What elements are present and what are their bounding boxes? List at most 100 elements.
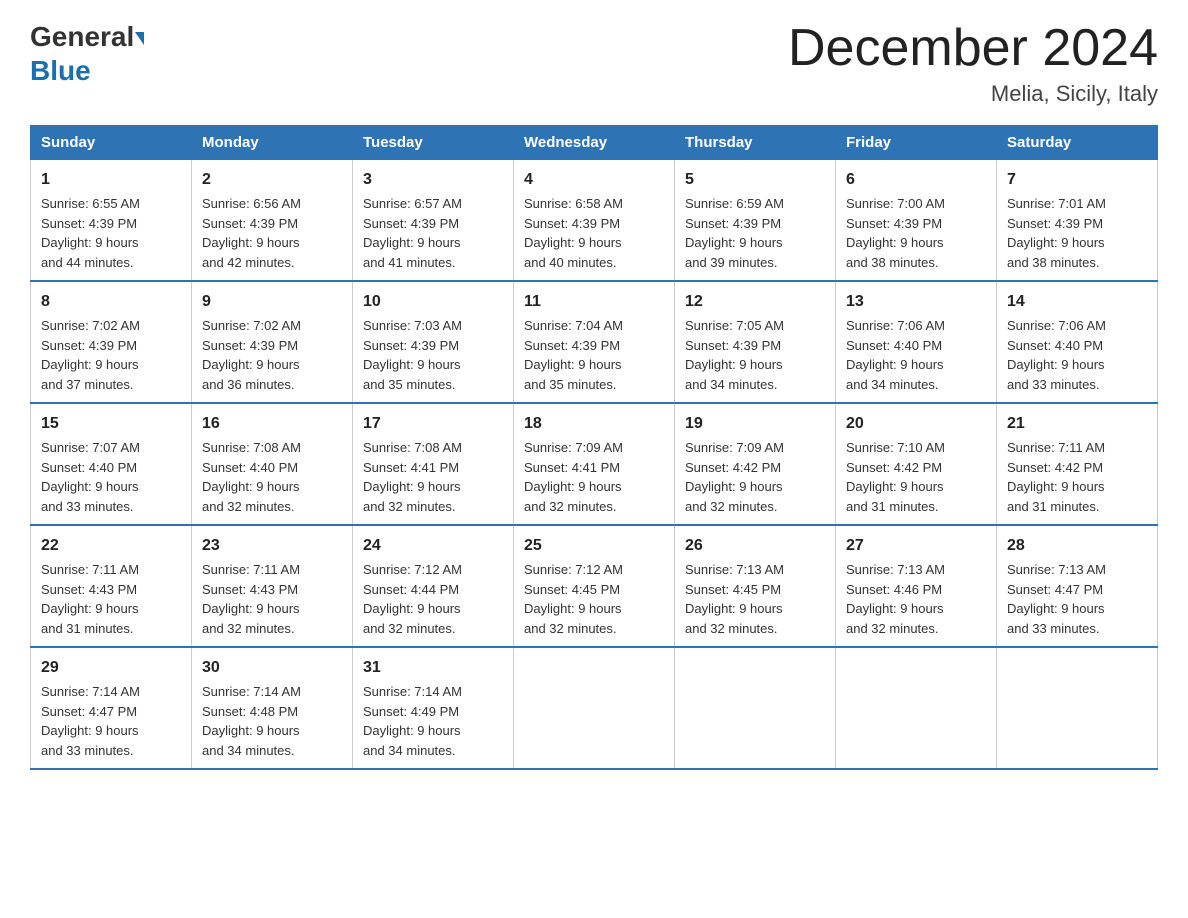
day-number: 21	[1007, 412, 1147, 436]
day-info: Sunrise: 7:11 AMSunset: 4:42 PMDaylight:…	[1007, 440, 1105, 514]
col-monday: Monday	[192, 126, 353, 160]
calendar-cell-w5-d6	[836, 647, 997, 769]
calendar-week-3: 15 Sunrise: 7:07 AMSunset: 4:40 PMDaylig…	[31, 403, 1158, 525]
day-number: 8	[41, 290, 181, 314]
day-info: Sunrise: 7:04 AMSunset: 4:39 PMDaylight:…	[524, 318, 623, 392]
day-number: 20	[846, 412, 986, 436]
day-info: Sunrise: 6:57 AMSunset: 4:39 PMDaylight:…	[363, 196, 462, 270]
day-number: 1	[41, 168, 181, 192]
day-number: 16	[202, 412, 342, 436]
day-number: 4	[524, 168, 664, 192]
calendar-body: 1 Sunrise: 6:55 AMSunset: 4:39 PMDayligh…	[31, 160, 1158, 770]
logo-line2: Blue	[30, 54, 144, 88]
col-sunday: Sunday	[31, 126, 192, 160]
day-info: Sunrise: 7:11 AMSunset: 4:43 PMDaylight:…	[41, 562, 139, 636]
calendar-cell-w3-d6: 20 Sunrise: 7:10 AMSunset: 4:42 PMDaylig…	[836, 403, 997, 525]
day-info: Sunrise: 7:11 AMSunset: 4:43 PMDaylight:…	[202, 562, 300, 636]
day-info: Sunrise: 6:59 AMSunset: 4:39 PMDaylight:…	[685, 196, 784, 270]
day-number: 19	[685, 412, 825, 436]
calendar-cell-w3-d4: 18 Sunrise: 7:09 AMSunset: 4:41 PMDaylig…	[514, 403, 675, 525]
day-info: Sunrise: 7:03 AMSunset: 4:39 PMDaylight:…	[363, 318, 462, 392]
calendar-cell-w2-d2: 9 Sunrise: 7:02 AMSunset: 4:39 PMDayligh…	[192, 281, 353, 403]
calendar-cell-w2-d6: 13 Sunrise: 7:06 AMSunset: 4:40 PMDaylig…	[836, 281, 997, 403]
day-number: 7	[1007, 168, 1147, 192]
calendar-cell-w1-d5: 5 Sunrise: 6:59 AMSunset: 4:39 PMDayligh…	[675, 160, 836, 282]
day-info: Sunrise: 7:14 AMSunset: 4:48 PMDaylight:…	[202, 684, 301, 758]
day-info: Sunrise: 7:06 AMSunset: 4:40 PMDaylight:…	[846, 318, 945, 392]
calendar-cell-w3-d5: 19 Sunrise: 7:09 AMSunset: 4:42 PMDaylig…	[675, 403, 836, 525]
calendar-cell-w2-d5: 12 Sunrise: 7:05 AMSunset: 4:39 PMDaylig…	[675, 281, 836, 403]
day-number: 13	[846, 290, 986, 314]
day-info: Sunrise: 7:01 AMSunset: 4:39 PMDaylight:…	[1007, 196, 1106, 270]
calendar-week-2: 8 Sunrise: 7:02 AMSunset: 4:39 PMDayligh…	[31, 281, 1158, 403]
day-info: Sunrise: 7:09 AMSunset: 4:42 PMDaylight:…	[685, 440, 784, 514]
col-wednesday: Wednesday	[514, 126, 675, 160]
day-info: Sunrise: 7:00 AMSunset: 4:39 PMDaylight:…	[846, 196, 945, 270]
calendar-cell-w2-d3: 10 Sunrise: 7:03 AMSunset: 4:39 PMDaylig…	[353, 281, 514, 403]
calendar-cell-w2-d4: 11 Sunrise: 7:04 AMSunset: 4:39 PMDaylig…	[514, 281, 675, 403]
calendar-cell-w4-d7: 28 Sunrise: 7:13 AMSunset: 4:47 PMDaylig…	[997, 525, 1158, 647]
calendar-cell-w1-d4: 4 Sunrise: 6:58 AMSunset: 4:39 PMDayligh…	[514, 160, 675, 282]
calendar-cell-w1-d7: 7 Sunrise: 7:01 AMSunset: 4:39 PMDayligh…	[997, 160, 1158, 282]
day-number: 17	[363, 412, 503, 436]
day-info: Sunrise: 7:13 AMSunset: 4:45 PMDaylight:…	[685, 562, 784, 636]
day-number: 29	[41, 656, 181, 680]
calendar-cell-w1-d3: 3 Sunrise: 6:57 AMSunset: 4:39 PMDayligh…	[353, 160, 514, 282]
calendar-cell-w5-d7	[997, 647, 1158, 769]
day-number: 18	[524, 412, 664, 436]
day-number: 6	[846, 168, 986, 192]
logo-arrow-icon	[135, 32, 144, 45]
calendar-cell-w5-d1: 29 Sunrise: 7:14 AMSunset: 4:47 PMDaylig…	[31, 647, 192, 769]
day-info: Sunrise: 7:14 AMSunset: 4:47 PMDaylight:…	[41, 684, 140, 758]
logo-line1: General	[30, 20, 144, 54]
day-number: 22	[41, 534, 181, 558]
calendar-header-row: Sunday Monday Tuesday Wednesday Thursday…	[31, 126, 1158, 160]
calendar-cell-w2-d7: 14 Sunrise: 7:06 AMSunset: 4:40 PMDaylig…	[997, 281, 1158, 403]
calendar-cell-w4-d4: 25 Sunrise: 7:12 AMSunset: 4:45 PMDaylig…	[514, 525, 675, 647]
calendar-cell-w5-d3: 31 Sunrise: 7:14 AMSunset: 4:49 PMDaylig…	[353, 647, 514, 769]
day-info: Sunrise: 7:08 AMSunset: 4:40 PMDaylight:…	[202, 440, 301, 514]
calendar-cell-w3-d1: 15 Sunrise: 7:07 AMSunset: 4:40 PMDaylig…	[31, 403, 192, 525]
calendar-week-4: 22 Sunrise: 7:11 AMSunset: 4:43 PMDaylig…	[31, 525, 1158, 647]
calendar-cell-w1-d2: 2 Sunrise: 6:56 AMSunset: 4:39 PMDayligh…	[192, 160, 353, 282]
calendar-week-1: 1 Sunrise: 6:55 AMSunset: 4:39 PMDayligh…	[31, 160, 1158, 282]
logo: General Blue	[30, 20, 144, 87]
day-info: Sunrise: 7:13 AMSunset: 4:46 PMDaylight:…	[846, 562, 945, 636]
day-info: Sunrise: 7:09 AMSunset: 4:41 PMDaylight:…	[524, 440, 623, 514]
page-subtitle: Melia, Sicily, Italy	[788, 81, 1158, 107]
day-number: 5	[685, 168, 825, 192]
day-number: 14	[1007, 290, 1147, 314]
day-number: 28	[1007, 534, 1147, 558]
day-info: Sunrise: 6:55 AMSunset: 4:39 PMDaylight:…	[41, 196, 140, 270]
day-info: Sunrise: 7:02 AMSunset: 4:39 PMDaylight:…	[202, 318, 301, 392]
calendar-cell-w5-d4	[514, 647, 675, 769]
calendar-cell-w5-d2: 30 Sunrise: 7:14 AMSunset: 4:48 PMDaylig…	[192, 647, 353, 769]
calendar-cell-w3-d2: 16 Sunrise: 7:08 AMSunset: 4:40 PMDaylig…	[192, 403, 353, 525]
day-number: 27	[846, 534, 986, 558]
page-header: General Blue December 2024 Melia, Sicily…	[30, 20, 1158, 107]
day-number: 12	[685, 290, 825, 314]
day-info: Sunrise: 7:05 AMSunset: 4:39 PMDaylight:…	[685, 318, 784, 392]
calendar-cell-w4-d2: 23 Sunrise: 7:11 AMSunset: 4:43 PMDaylig…	[192, 525, 353, 647]
day-info: Sunrise: 7:12 AMSunset: 4:45 PMDaylight:…	[524, 562, 623, 636]
day-number: 23	[202, 534, 342, 558]
calendar-cell-w5-d5	[675, 647, 836, 769]
calendar-cell-w3-d7: 21 Sunrise: 7:11 AMSunset: 4:42 PMDaylig…	[997, 403, 1158, 525]
day-info: Sunrise: 7:07 AMSunset: 4:40 PMDaylight:…	[41, 440, 140, 514]
calendar-cell-w4-d3: 24 Sunrise: 7:12 AMSunset: 4:44 PMDaylig…	[353, 525, 514, 647]
calendar-cell-w4-d6: 27 Sunrise: 7:13 AMSunset: 4:46 PMDaylig…	[836, 525, 997, 647]
page-title: December 2024	[788, 20, 1158, 77]
calendar-cell-w4-d5: 26 Sunrise: 7:13 AMSunset: 4:45 PMDaylig…	[675, 525, 836, 647]
col-friday: Friday	[836, 126, 997, 160]
calendar-cell-w3-d3: 17 Sunrise: 7:08 AMSunset: 4:41 PMDaylig…	[353, 403, 514, 525]
day-info: Sunrise: 6:56 AMSunset: 4:39 PMDaylight:…	[202, 196, 301, 270]
day-info: Sunrise: 7:02 AMSunset: 4:39 PMDaylight:…	[41, 318, 140, 392]
day-info: Sunrise: 7:10 AMSunset: 4:42 PMDaylight:…	[846, 440, 945, 514]
calendar-table: Sunday Monday Tuesday Wednesday Thursday…	[30, 125, 1158, 770]
day-number: 2	[202, 168, 342, 192]
calendar-cell-w1-d1: 1 Sunrise: 6:55 AMSunset: 4:39 PMDayligh…	[31, 160, 192, 282]
day-number: 15	[41, 412, 181, 436]
calendar-cell-w4-d1: 22 Sunrise: 7:11 AMSunset: 4:43 PMDaylig…	[31, 525, 192, 647]
day-number: 3	[363, 168, 503, 192]
day-info: Sunrise: 7:13 AMSunset: 4:47 PMDaylight:…	[1007, 562, 1106, 636]
